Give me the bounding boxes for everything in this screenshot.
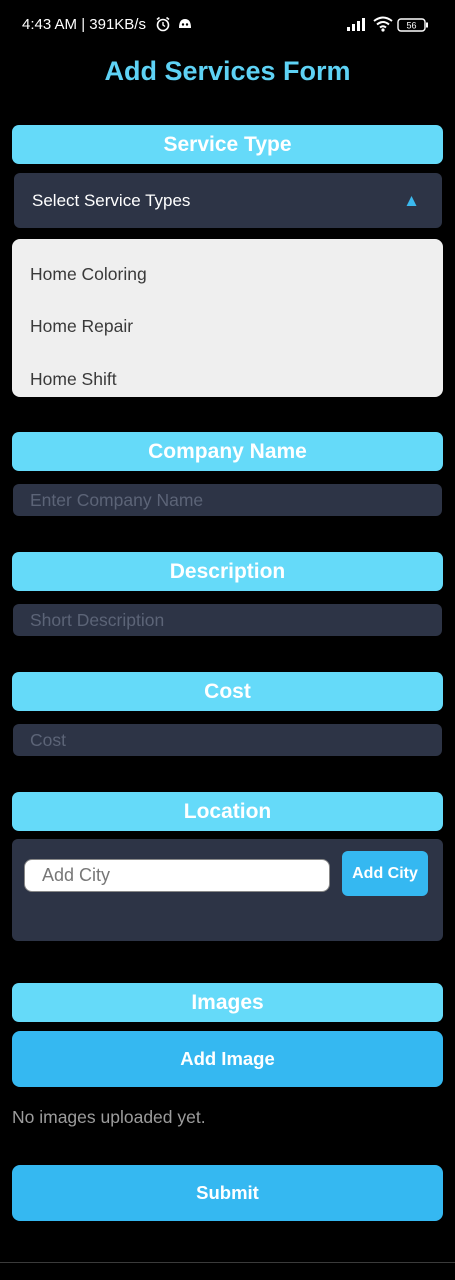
- add-image-button[interactable]: Add Image: [12, 1031, 443, 1087]
- description-header: Description: [12, 552, 443, 591]
- cost-input[interactable]: [13, 724, 442, 756]
- status-bar: 4:43 AM | 391KB/s 56: [0, 0, 455, 50]
- bottom-divider: [0, 1262, 455, 1263]
- add-city-button[interactable]: Add City: [342, 851, 428, 896]
- status-time: 4:43 AM | 391KB/s: [22, 16, 146, 33]
- service-option-home-repair[interactable]: Home Repair: [12, 301, 443, 354]
- page-title: Add Services Form: [104, 56, 351, 86]
- service-option-home-coloring[interactable]: Home Coloring: [12, 248, 443, 301]
- signal-icon: [346, 16, 368, 37]
- service-option-home-shift[interactable]: Home Shift: [12, 353, 443, 406]
- company-name-header: Company Name: [12, 432, 443, 471]
- location-header: Location: [12, 792, 443, 831]
- location-panel: Add City: [12, 839, 443, 941]
- city-input[interactable]: [24, 859, 330, 892]
- service-type-dropdown: Home Coloring Home Repair Home Shift: [12, 239, 443, 397]
- service-type-select-label: Select Service Types: [32, 190, 191, 210]
- service-type-select[interactable]: Select Service Types ▲: [14, 173, 442, 228]
- submit-button[interactable]: Submit: [12, 1165, 443, 1221]
- description-input[interactable]: [13, 604, 442, 636]
- cost-header: Cost: [12, 672, 443, 711]
- wifi-icon: [373, 16, 393, 37]
- battery-level: 56: [406, 21, 416, 31]
- no-images-text: No images uploaded yet.: [12, 1107, 206, 1127]
- service-type-header: Service Type: [12, 125, 443, 164]
- battery-icon: 56: [397, 18, 429, 37]
- caret-up-icon: ▲: [403, 190, 420, 210]
- images-header: Images: [12, 983, 443, 1022]
- alarm-icon: [155, 16, 171, 37]
- company-name-input[interactable]: [13, 484, 442, 516]
- notification-icon: [177, 16, 193, 37]
